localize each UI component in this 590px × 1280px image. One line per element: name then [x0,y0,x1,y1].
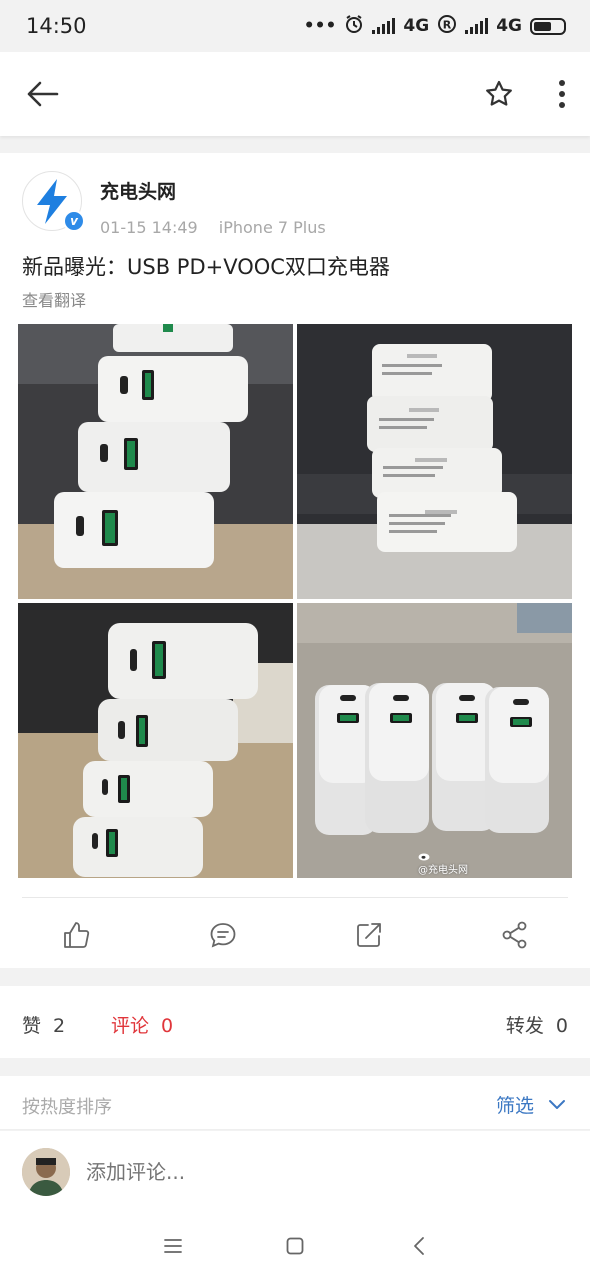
star-icon[interactable] [484,79,514,109]
share-button[interactable] [497,917,533,953]
repost-button[interactable] [351,917,387,953]
top-app-bar [0,52,590,136]
repost-label: 转发 [505,1015,544,1037]
filter-label: 筛选 [495,1095,534,1117]
repost-stat[interactable]: 转发 0 [506,1011,568,1038]
photo-chargers-row-top[interactable]: @充电头网 [297,603,572,878]
post-meta: 01-15 14:49 iPhone 7 Plus [100,218,326,237]
menu-icon[interactable] [158,1231,188,1261]
comment-count: 0 [161,1015,174,1037]
comment-input-row [0,1131,590,1211]
photo-stacked-chargers-side[interactable] [18,603,293,878]
notification-dots: ••• [303,16,337,36]
user-avatar[interactable] [22,1148,70,1196]
signal-icon [372,18,396,34]
post-stats: 赞2 评论 0 转发 0 [0,986,590,1058]
comment-label: 评论 [111,1015,150,1037]
filter-button[interactable]: 筛选 [496,1091,566,1118]
home-square-icon[interactable] [280,1231,310,1261]
post-card: v 充电头网 01-15 14:49 iPhone 7 Plus 新品曝光：US… [0,153,590,968]
post-text: 新品曝光：USB PD+VOOC双口充电器 [22,255,390,279]
photo-watermark: @充电头网 [418,851,468,876]
alarm-icon [344,14,364,39]
network-label-2: 4G [496,16,522,36]
photo-grid: @充电头网 [18,324,572,878]
like-button[interactable] [58,917,94,953]
repost-icon [357,923,381,947]
like-count: 2 [53,1015,66,1037]
actions-divider [22,897,568,898]
thumbs-up-icon [64,922,90,948]
like-stat[interactable]: 赞2 [22,1011,65,1038]
post-author: v 充电头网 01-15 14:49 iPhone 7 Plus [22,171,326,237]
more-vertical-icon[interactable] [558,79,566,109]
photo-stacked-chargers-front[interactable] [18,324,293,599]
roaming-icon: R [437,14,457,39]
comment-input[interactable] [86,1160,486,1184]
post-device: iPhone 7 Plus [218,218,326,237]
back-arrow-icon[interactable] [24,79,60,109]
svg-text:R: R [443,18,452,31]
post-actions [0,913,590,957]
signal-icon-2 [465,18,489,34]
comment-bubble-icon [210,923,236,948]
post-date: 01-15 14:49 [100,218,198,237]
verified-badge: v [63,210,85,232]
sort-bar: 按热度排序 筛选 [0,1076,590,1130]
chevron-down-icon [549,1099,565,1109]
author-name[interactable]: 充电头网 [100,177,326,204]
photo-stacked-chargers-label[interactable] [297,324,572,599]
repost-count: 0 [555,1015,568,1037]
author-avatar[interactable]: v [22,171,85,232]
weibo-icon [418,853,430,861]
status-icons: ••• 4G R 4G [304,14,566,39]
system-nav-bar [0,1211,590,1280]
back-triangle-icon[interactable] [404,1231,434,1261]
like-label: 赞 [22,1015,42,1037]
translate-link[interactable]: 查看翻译 [22,287,86,311]
comment-stat-tab[interactable]: 评论 0 [111,1011,173,1038]
comment-button[interactable] [205,917,241,953]
share-icon [502,921,527,949]
status-bar: 14:50 ••• 4G R 4G [0,0,590,52]
network-label-1: 4G [403,16,430,36]
battery-icon [530,17,566,35]
status-time: 14:50 [26,14,87,38]
sort-label[interactable]: 按热度排序 [22,1093,112,1119]
